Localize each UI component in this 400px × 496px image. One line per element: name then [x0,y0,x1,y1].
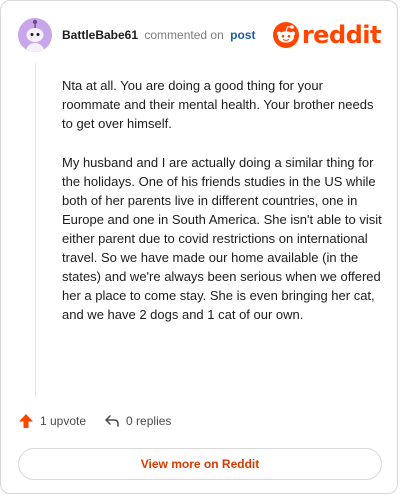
username-link[interactable]: BattleBabe61 [62,28,138,42]
replies-button[interactable]: 0 replies [104,413,171,429]
upvote-arrow-icon [19,414,33,428]
reddit-snoo-icon [272,22,299,48]
comment-header: BattleBabe61 commented on post reddit [18,15,382,55]
embedded-comment-card: BattleBabe61 commented on post reddit Nt… [0,0,398,494]
reddit-wordmark: reddit [301,21,382,49]
comment-paragraph: My husband and I are actually doing a si… [62,155,382,322]
reply-arrow-icon [105,415,119,427]
upvote-count: 1 upvote [40,414,87,428]
comment-meta: BattleBabe61 commented on post [62,28,255,42]
comment-paragraph: Nta at all. You are doing a good thing f… [62,78,374,131]
post-link[interactable]: post [230,28,255,42]
thread-line [35,63,36,397]
upvote-button[interactable]: 1 upvote [18,413,86,429]
comment-body: Nta at all. You are doing a good thing f… [62,76,382,344]
comment-action-text: commented on [144,28,224,42]
replies-count: 0 replies [126,414,172,428]
view-more-button[interactable]: View more on Reddit [18,448,382,480]
reddit-logo[interactable]: reddit [272,21,382,49]
avatar[interactable] [18,18,52,52]
snoo-avatar-icon [18,18,52,52]
comment-footer: 1 upvote 0 replies [18,413,171,429]
